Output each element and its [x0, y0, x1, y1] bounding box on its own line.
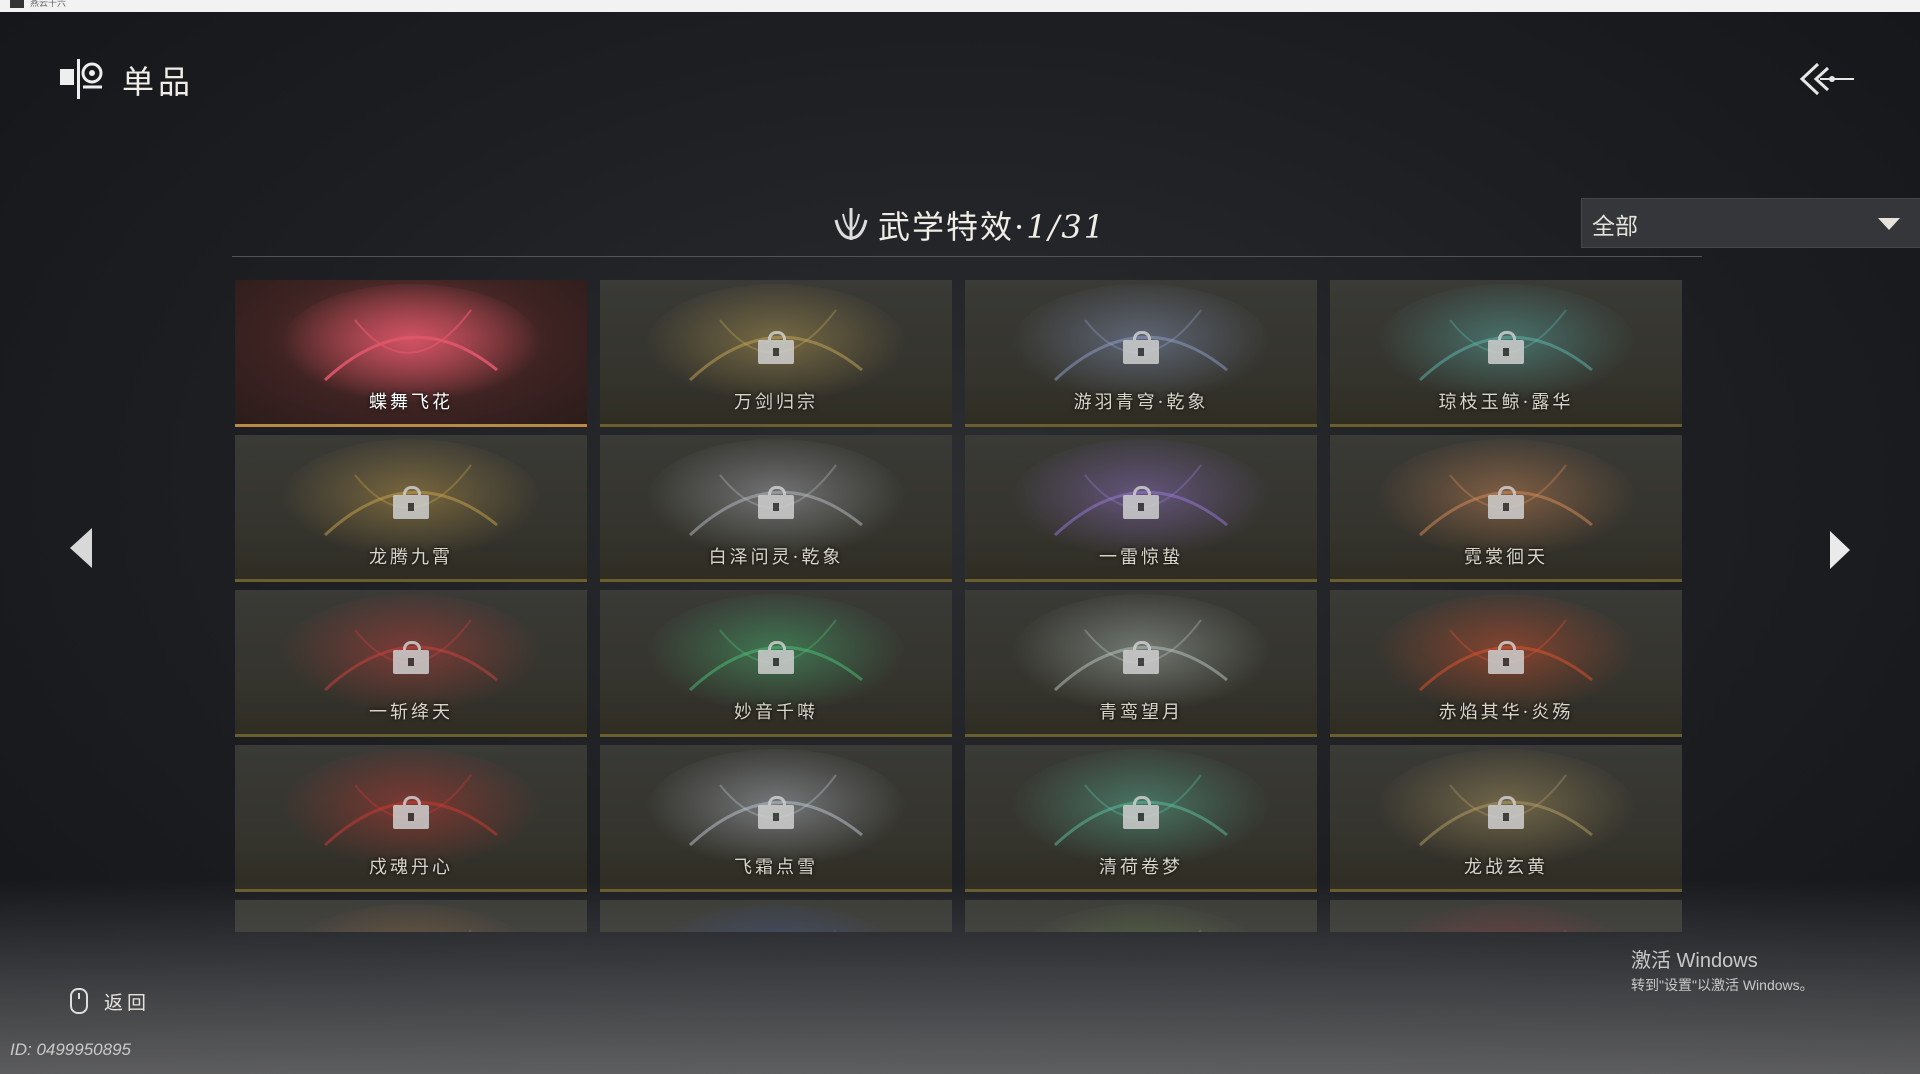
- lock-icon: [758, 331, 794, 364]
- collection-count: 1/31: [1026, 208, 1107, 246]
- effect-name: 琼枝玉鲸·露华: [1438, 392, 1574, 413]
- lock-icon: [1488, 331, 1524, 364]
- effect-name: 妙音千啭: [734, 702, 818, 723]
- lock-icon: [1488, 796, 1524, 829]
- effect-name: 游羽青穹·乾象: [1073, 392, 1209, 413]
- mouse-right-click-icon: [70, 988, 88, 1014]
- effect-name: 一雷惊蛰: [1099, 547, 1183, 568]
- effect-card[interactable]: 白泽问灵·乾象: [600, 435, 952, 582]
- back-button-label: 返回: [104, 992, 151, 1014]
- previous-page-arrow-icon[interactable]: [70, 528, 92, 568]
- effect-name: 赤焰其华·炎殇: [1438, 702, 1574, 723]
- effect-card[interactable]: 戍魂丹心: [235, 745, 587, 892]
- effect-card[interactable]: 蝶舞飞花: [235, 280, 587, 427]
- effect-card[interactable]: 一斩绛天: [235, 590, 587, 737]
- lock-icon: [1123, 331, 1159, 364]
- lock-icon: [393, 641, 429, 674]
- section-title-text: 武学特效·: [878, 208, 1027, 246]
- window-titlebar: 燕云十六: [0, 0, 1920, 12]
- effect-name: 万剑归宗: [734, 392, 818, 413]
- category-filter-dropdown[interactable]: 全部: [1581, 198, 1920, 248]
- effect-card[interactable]: 清荷卷梦: [965, 745, 1317, 892]
- lock-icon: [1123, 641, 1159, 674]
- section-title: 武学特效·1/31: [878, 202, 1106, 248]
- effect-name: 龙腾九霄: [369, 547, 453, 568]
- window-title: 燕云十六: [30, 0, 67, 8]
- effect-card[interactable]: 琼枝玉鲸·露华: [1330, 280, 1682, 427]
- back-arrow-icon[interactable]: [1796, 60, 1856, 98]
- effect-card[interactable]: 青鸾望月: [965, 590, 1317, 737]
- effect-name: 白泽问灵·乾象: [708, 547, 844, 568]
- lock-icon: [758, 796, 794, 829]
- section-header: 武学特效·1/31 全部: [232, 198, 1920, 257]
- effect-card[interactable]: 一雷惊蛰: [965, 435, 1317, 582]
- effect-name: 蝶舞飞花: [369, 392, 453, 413]
- effect-card[interactable]: 万剑归宗: [600, 280, 952, 427]
- lock-icon: [1123, 486, 1159, 519]
- lock-icon: [393, 486, 429, 519]
- effect-card[interactable]: 龙战玄黄: [1330, 745, 1682, 892]
- lock-icon: [393, 796, 429, 829]
- watermark-title: 激活 Windows: [1631, 950, 1758, 972]
- effect-card[interactable]: 龙腾九霄: [235, 435, 587, 582]
- effect-name: 霓裳徊天: [1464, 547, 1548, 568]
- item-grid: 蝶舞飞花 万剑归宗 游羽青穹·乾象 琼枝玉鲸·露华龙腾九霄 白泽问灵·乾象 一雷惊蛰 霓裳徊…: [235, 280, 1685, 932]
- lock-icon: [1488, 641, 1524, 674]
- store-logo-icon: [60, 59, 103, 99]
- next-page-arrow-icon[interactable]: [1830, 531, 1850, 569]
- lock-icon: [758, 641, 794, 674]
- player-id: ID: 0499950895: [10, 1040, 131, 1059]
- effect-card[interactable]: 飞霜点雪: [600, 745, 952, 892]
- lock-icon: [1123, 796, 1159, 829]
- page-title: 单品: [122, 63, 195, 101]
- effect-card[interactable]: 赤焰其华·炎殇: [1330, 590, 1682, 737]
- chevron-down-icon: [1878, 218, 1900, 230]
- effect-name: 戍魂丹心: [369, 857, 453, 878]
- effect-name: 一斩绛天: [369, 702, 453, 723]
- effect-card[interactable]: 游羽青穹·乾象: [965, 280, 1317, 427]
- app-icon: [10, 0, 24, 8]
- filter-selected-value: 全部: [1592, 214, 1638, 240]
- effect-name: 龙战玄黄: [1464, 857, 1548, 878]
- effect-name: 飞霜点雪: [734, 857, 818, 878]
- effect-name: 青鸾望月: [1099, 702, 1183, 723]
- effect-card[interactable]: 妙音千啭: [600, 590, 952, 737]
- lotus-emblem-icon: [834, 208, 868, 240]
- watermark-subtitle: 转到"设置"以激活 Windows。: [1631, 977, 1814, 993]
- windows-activation-watermark: 激活 Windows 转到"设置"以激活 Windows。: [1631, 944, 1814, 995]
- lock-icon: [758, 486, 794, 519]
- effect-card[interactable]: 霓裳徊天: [1330, 435, 1682, 582]
- effect-name: 清荷卷梦: [1099, 857, 1183, 878]
- lock-icon: [1488, 486, 1524, 519]
